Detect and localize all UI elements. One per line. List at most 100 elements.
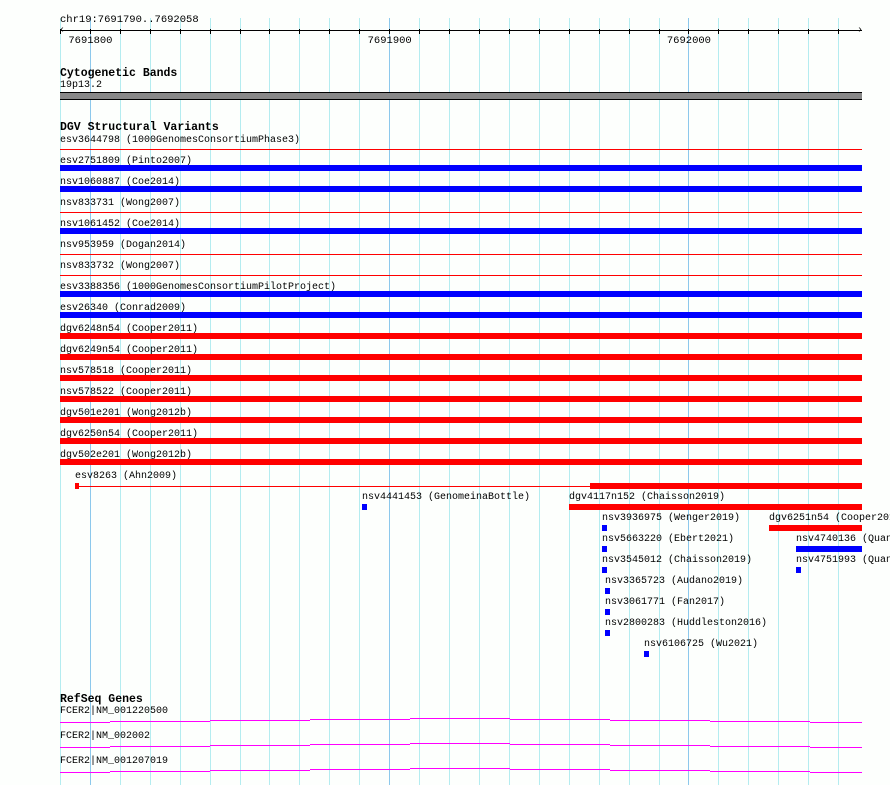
variant-label[interactable]: nsv833731 (Wong2007) xyxy=(60,198,180,209)
gene-intron-line[interactable] xyxy=(110,746,210,747)
variant-bar[interactable] xyxy=(60,291,862,297)
variant-label[interactable]: nsv3936975 (Wenger2019) xyxy=(602,513,740,524)
cytoband-track-title[interactable]: Cytogenetic Bands xyxy=(60,67,177,80)
gene-intron-line[interactable] xyxy=(510,744,610,745)
variant-bar[interactable] xyxy=(644,651,649,657)
variant-bar[interactable] xyxy=(769,525,862,531)
gene-label[interactable]: FCER2|NM_001207019 xyxy=(60,756,168,767)
variant-bar[interactable] xyxy=(602,525,607,531)
gene-intron-line[interactable] xyxy=(510,719,610,720)
ruler-tick xyxy=(479,29,480,34)
variant-label[interactable]: dgv4117n152 (Chaisson2019) xyxy=(569,492,725,503)
gene-intron-line[interactable] xyxy=(810,772,862,773)
gene-intron-line[interactable] xyxy=(610,745,710,746)
ruler-tick xyxy=(150,29,151,34)
variant-line[interactable] xyxy=(60,254,862,255)
variant-bar[interactable] xyxy=(60,459,862,465)
gene-intron-line[interactable] xyxy=(510,769,610,770)
cytoband-label: 19p13.2 xyxy=(60,80,103,91)
gene-label[interactable]: FCER2|NM_001220500 xyxy=(60,706,168,717)
variant-line[interactable] xyxy=(60,212,862,213)
gene-intron-line[interactable] xyxy=(710,721,810,722)
variant-bar[interactable] xyxy=(60,333,862,339)
variant-label[interactable]: nsv4441453 (GenomeinaBottle) xyxy=(362,492,530,503)
gene-intron-line[interactable] xyxy=(110,721,210,722)
ruler-tick-label: 7691800 xyxy=(68,35,113,47)
scroll-right-arrow-icon[interactable]: › xyxy=(857,25,863,36)
variant-bar[interactable] xyxy=(602,567,607,573)
ruler-tick xyxy=(389,29,390,34)
gene-intron-line[interactable] xyxy=(310,769,410,770)
gene-intron-line[interactable] xyxy=(410,718,510,719)
variant-label[interactable]: nsv4751993 (Quan xyxy=(796,555,890,566)
variant-bar[interactable] xyxy=(60,438,862,444)
gene-intron-line[interactable] xyxy=(810,747,862,748)
ruler-tick xyxy=(599,29,600,34)
ruler-tick xyxy=(120,29,121,34)
variant-label[interactable]: dgv6251n54 (Cooper2011) xyxy=(769,513,890,524)
variant-label[interactable]: nsv833732 (Wong2007) xyxy=(60,261,180,272)
gene-intron-line[interactable] xyxy=(60,772,110,773)
variant-label[interactable]: nsv2800283 (Huddleston2016) xyxy=(605,618,767,629)
variant-label[interactable]: nsv5663220 (Ebert2021) xyxy=(602,534,734,545)
variant-bar[interactable] xyxy=(796,567,801,573)
variant-bar[interactable] xyxy=(602,546,607,552)
variant-label[interactable]: nsv953959 (Dogan2014) xyxy=(60,240,186,251)
cytoband-bar[interactable] xyxy=(60,92,862,100)
variant-bar[interactable] xyxy=(605,588,610,594)
variant-bar[interactable] xyxy=(60,375,862,381)
refseq-track-title[interactable]: RefSeq Genes xyxy=(60,693,143,706)
ruler-tick xyxy=(778,29,779,34)
gene-intron-line[interactable] xyxy=(710,746,810,747)
ruler-tick xyxy=(808,29,809,34)
gene-intron-line[interactable] xyxy=(710,771,810,772)
gene-intron-line[interactable] xyxy=(210,720,310,721)
variant-bar[interactable] xyxy=(60,417,862,423)
variant-bar[interactable] xyxy=(362,504,367,510)
variant-line[interactable] xyxy=(60,149,862,150)
dgv-track-title[interactable]: DGV Structural Variants xyxy=(60,121,219,134)
gene-intron-line[interactable] xyxy=(610,770,710,771)
variant-label[interactable]: nsv3365723 (Audano2019) xyxy=(605,576,743,587)
gene-intron-line[interactable] xyxy=(210,770,310,771)
variant-bar[interactable] xyxy=(60,228,862,234)
gene-intron-line[interactable] xyxy=(810,722,862,723)
gene-intron-line[interactable] xyxy=(410,768,510,769)
variant-block[interactable] xyxy=(75,483,79,489)
variant-bar[interactable] xyxy=(60,186,862,192)
variant-bar[interactable] xyxy=(605,630,610,636)
gene-intron-line[interactable] xyxy=(410,743,510,744)
variant-line[interactable] xyxy=(60,275,862,276)
ruler-tick xyxy=(329,29,330,34)
variant-bar[interactable] xyxy=(60,396,862,402)
variant-bar[interactable] xyxy=(569,504,862,510)
ruler-tick xyxy=(359,29,360,34)
ruler-tick xyxy=(240,29,241,34)
ruler-tick xyxy=(509,29,510,34)
variant-bar[interactable] xyxy=(60,354,862,360)
ruler-tick xyxy=(269,29,270,34)
ruler-tick xyxy=(718,29,719,34)
variant-label[interactable]: nsv4740136 (Quan xyxy=(796,534,890,545)
variant-label[interactable]: nsv6106725 (Wu2021) xyxy=(644,639,758,650)
variant-label[interactable]: esv3644798 (1000GenomesConsortiumPhase3) xyxy=(60,135,300,146)
variant-bar[interactable] xyxy=(796,546,862,552)
variant-label[interactable]: esv8263 (Ahn2009) xyxy=(75,471,177,482)
variant-label[interactable]: nsv3061771 (Fan2017) xyxy=(605,597,725,608)
gene-intron-line[interactable] xyxy=(310,744,410,745)
gene-intron-line[interactable] xyxy=(610,720,710,721)
gene-intron-line[interactable] xyxy=(310,719,410,720)
ruler-tick-label: 7692000 xyxy=(666,35,711,47)
ruler-tick-label: 7691900 xyxy=(367,35,412,47)
variant-bar[interactable] xyxy=(605,609,610,615)
variant-label[interactable]: nsv3545012 (Chaisson2019) xyxy=(602,555,752,566)
variant-bar[interactable] xyxy=(60,312,862,318)
gene-intron-line[interactable] xyxy=(110,771,210,772)
gene-intron-line[interactable] xyxy=(210,745,310,746)
ruler-tick xyxy=(629,29,630,34)
variant-bar[interactable] xyxy=(60,165,862,171)
gene-label[interactable]: FCER2|NM_002002 xyxy=(60,731,150,742)
variant-block[interactable] xyxy=(590,483,862,489)
gene-intron-line[interactable] xyxy=(60,722,110,723)
gene-intron-line[interactable] xyxy=(60,747,110,748)
